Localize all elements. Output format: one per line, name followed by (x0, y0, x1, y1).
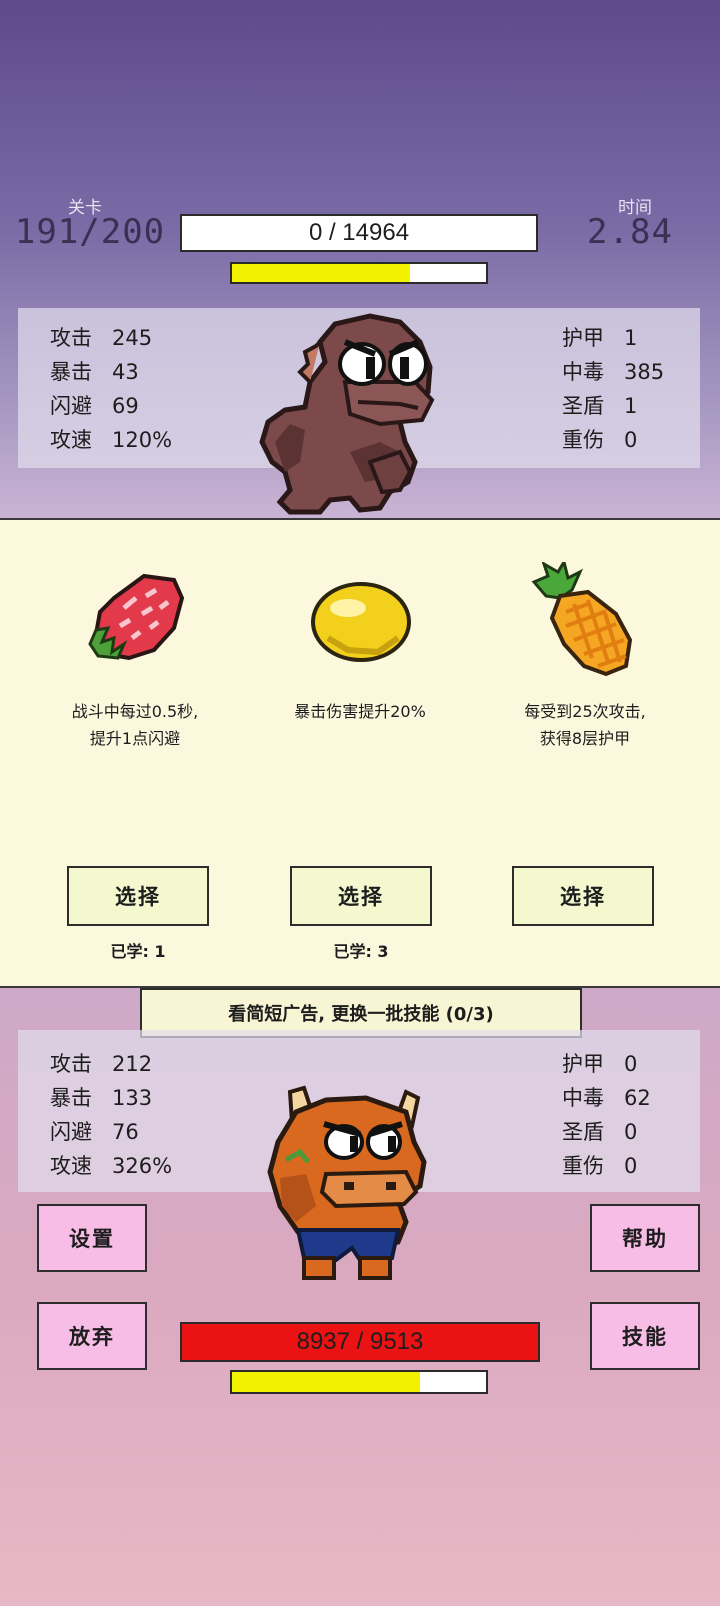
player-stat-armor: 护甲 0 (562, 1052, 638, 1076)
enemy-stat-grievous: 重伤 0 (562, 428, 638, 452)
player-stat-poison: 中毒 62 (562, 1086, 651, 1110)
enemy-energy-bar (230, 262, 488, 284)
skill-card-1-choose-button[interactable]: 选择 (67, 866, 209, 926)
player-stat-attack-speed: 攻速 326% (50, 1154, 173, 1178)
player-stat-crit: 暴击 133 (50, 1086, 153, 1110)
skill-card-2-choose-button[interactable]: 选择 (290, 866, 432, 926)
player-stat-grievous: 重伤 0 (562, 1154, 638, 1178)
enemy-stat-shield: 圣盾 1 (562, 394, 638, 418)
player-hp-text: 8937 / 9513 (296, 1328, 424, 1355)
skill-card-1-learned-count: 已学: 1 (110, 942, 166, 961)
player-stat-shield: 圣盾 0 (562, 1120, 638, 1144)
help-button[interactable]: 帮助 (590, 1204, 700, 1272)
enemy-stat-poison: 中毒 385 (562, 360, 665, 384)
skill-card-1-description: 战斗中每过0.5秒, 提升1点闪避 (71, 702, 199, 748)
level-value: 191/200 (14, 212, 166, 252)
enemy-energy-fill (232, 264, 410, 282)
strawberry-icon (84, 568, 188, 672)
player-hp-bar: 8937 / 9513 (180, 1322, 540, 1362)
enemy-stat-attack: 攻击 245 (50, 326, 153, 350)
time-value: 2.84 (587, 212, 673, 252)
enemy-hp-bar: 0 / 14964 (180, 214, 538, 252)
skill-card-2-description: 暴击伤害提升20% (294, 702, 426, 721)
player-energy-bar (230, 1370, 488, 1394)
enemy-hp-text: 0 / 14964 (308, 219, 410, 246)
skills-button[interactable]: 技能 (590, 1302, 700, 1370)
skill-card-2-learned-count: 已学: 3 (333, 942, 389, 961)
player-stat-attack: 攻击 212 (50, 1052, 153, 1076)
enemy-stat-armor: 护甲 1 (562, 326, 638, 350)
lemon-icon (308, 578, 414, 666)
player-energy-fill (232, 1372, 420, 1392)
enemy-monster-sprite (250, 312, 460, 524)
pineapple-icon (526, 562, 638, 678)
enemy-stat-crit: 暴击 43 (50, 360, 139, 384)
enemy-stat-dodge: 闪避 69 (50, 394, 139, 418)
player-stat-dodge: 闪避 76 (50, 1120, 139, 1144)
settings-button[interactable]: 设置 (37, 1204, 147, 1272)
skill-card-3-description: 每受到25次攻击, 获得8层护甲 (524, 702, 646, 748)
player-bull-sprite (256, 1082, 436, 1288)
enemy-stat-attack-speed: 攻速 120% (50, 428, 173, 452)
skill-card-3-choose-button[interactable]: 选择 (512, 866, 654, 926)
give-up-button[interactable]: 放弃 (37, 1302, 147, 1370)
